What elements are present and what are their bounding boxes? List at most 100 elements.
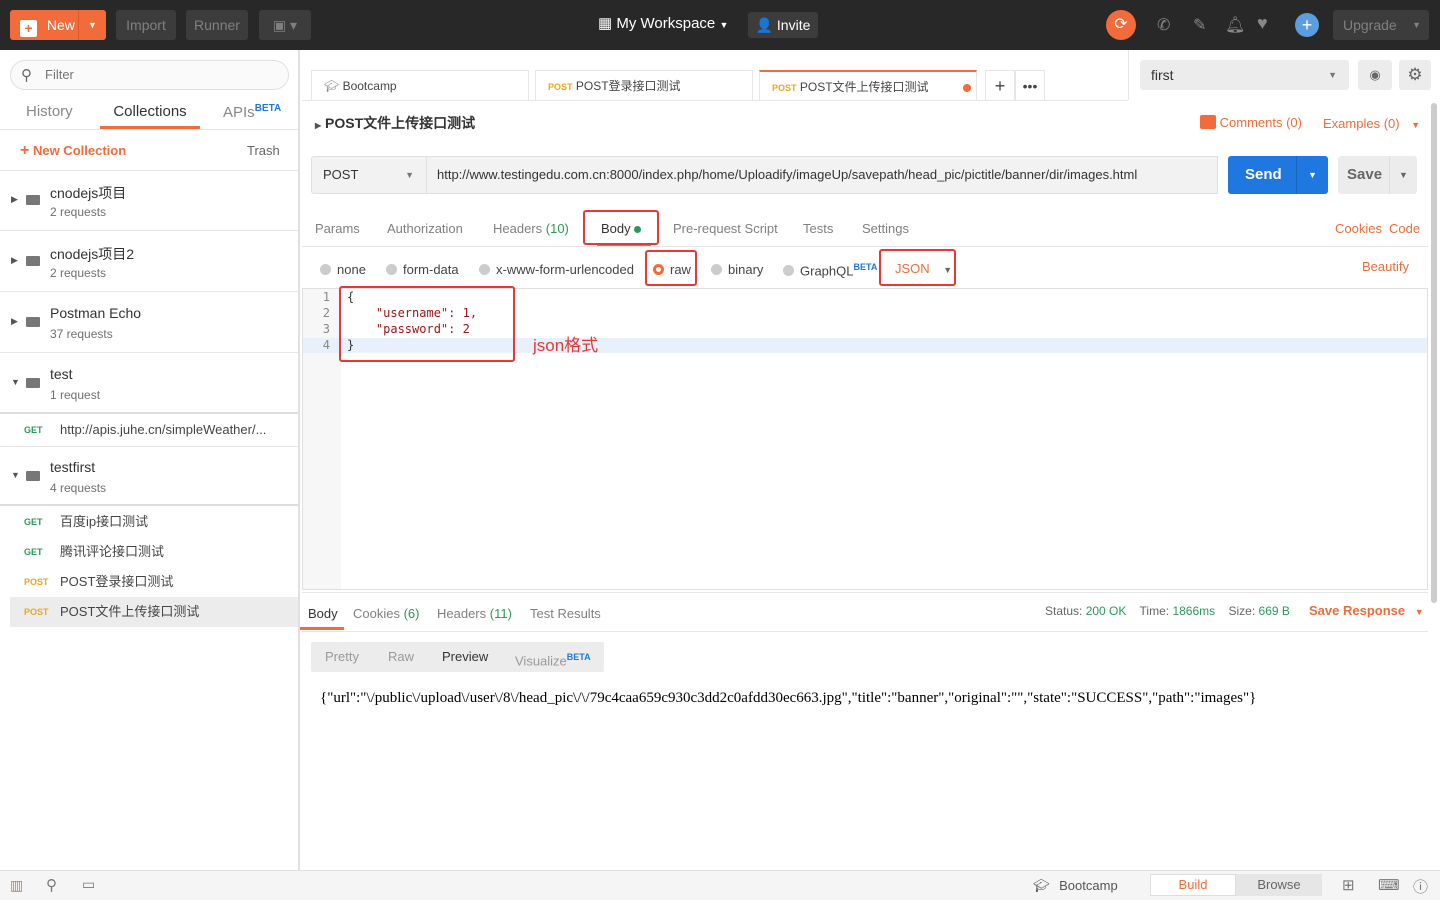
tab-pre-request-script[interactable]: Pre-request Script xyxy=(673,221,778,236)
trash-link[interactable]: Trash xyxy=(247,143,280,158)
url-input[interactable]: http://www.testingedu.com.cn:8000/index.… xyxy=(427,156,1218,194)
request-item[interactable]: GET http://apis.juhe.cn/simpleWeather/... xyxy=(0,415,298,445)
chevron-down-icon[interactable]: ▼ xyxy=(1389,156,1417,194)
tab-params[interactable]: Params xyxy=(315,221,360,236)
find-icon[interactable]: ⚲ xyxy=(46,876,57,894)
bell-icon[interactable]: 🔔︎ xyxy=(1225,15,1245,35)
sync-icon[interactable]: ⟳ xyxy=(1106,10,1136,40)
runner-button[interactable]: Runner xyxy=(186,10,248,40)
graduation-cap-icon: 🎓︎ xyxy=(1033,878,1050,893)
tab-apis[interactable]: APIsBETA xyxy=(223,103,281,121)
view-preview[interactable]: Preview xyxy=(442,642,488,672)
new-window-icon: ▣ ▾ xyxy=(272,17,298,33)
examples-dropdown[interactable]: Examples (0) ▼ xyxy=(1323,116,1420,131)
build-button[interactable]: Build xyxy=(1150,874,1236,896)
caret-right-icon: ▶ xyxy=(11,316,18,326)
environment-select[interactable]: first ▼ xyxy=(1140,60,1349,90)
annotation-box-code xyxy=(339,286,515,362)
collection-item[interactable]: ▼ testfirst 4 requests xyxy=(0,446,298,506)
bootcamp-button[interactable]: 🎓︎ Bootcamp xyxy=(1033,878,1118,894)
response-view-toggle: Pretty Raw Preview VisualizeBETA xyxy=(311,642,604,672)
tab-authorization[interactable]: Authorization xyxy=(387,221,463,236)
view-raw[interactable]: Raw xyxy=(388,642,414,672)
radio-none[interactable]: none xyxy=(320,262,366,277)
response-tab-test-results[interactable]: Test Results xyxy=(530,606,601,621)
chevron-down-icon[interactable]: ▼ xyxy=(78,10,106,40)
caret-right-icon: ▶ xyxy=(11,255,18,265)
response-tab-body[interactable]: Body xyxy=(308,606,338,621)
radio-icon xyxy=(711,264,722,275)
time-value: 1866ms xyxy=(1172,604,1216,618)
workspace-switcher[interactable]: ▦ My Workspace ▼ xyxy=(598,14,728,32)
divider xyxy=(0,129,298,130)
more-tabs-button[interactable]: ••• xyxy=(1015,70,1045,100)
interceptor-icon[interactable]: ✎ xyxy=(1193,15,1206,35)
heart-icon[interactable]: ♥ xyxy=(1257,13,1268,34)
request-item-active[interactable]: POST POST文件上传接口测试 xyxy=(10,597,298,627)
view-visualize[interactable]: VisualizeBETA xyxy=(515,642,591,676)
scrollbar[interactable] xyxy=(1431,103,1437,603)
request-title[interactable]: ▶ POST文件上传接口测试 xyxy=(315,113,475,133)
divider xyxy=(302,246,1428,247)
annotation-box-body xyxy=(583,210,659,245)
two-pane-icon[interactable]: ⊞ xyxy=(1342,876,1355,894)
radio-binary[interactable]: binary xyxy=(711,262,763,277)
tab-bootcamp[interactable]: 🎓︎ Bootcamp xyxy=(311,70,529,100)
import-button[interactable]: Import xyxy=(116,10,176,40)
tab-settings[interactable]: Settings xyxy=(862,221,909,236)
request-item[interactable]: POST POST登录接口测试 xyxy=(0,567,298,597)
new-button[interactable]: + New ▼ xyxy=(10,10,106,40)
add-icon[interactable]: + xyxy=(1295,13,1319,37)
environment-quick-look-button[interactable]: ◉ xyxy=(1358,60,1392,90)
radio-form-data[interactable]: form-data xyxy=(386,262,459,277)
new-window-button[interactable]: ▣ ▾ xyxy=(259,10,311,40)
tab-post-login[interactable]: POST POST登录接口测试 xyxy=(535,70,753,100)
folder-icon xyxy=(26,471,40,481)
upgrade-button[interactable]: Upgrade ▼ xyxy=(1333,10,1429,40)
response-tab-headers[interactable]: Headers (11) xyxy=(437,606,512,621)
gear-icon: ⚙ xyxy=(1407,65,1423,84)
comments-button[interactable]: Comments (0) xyxy=(1200,115,1302,130)
search-icon: ⚲ xyxy=(21,67,32,84)
keyboard-icon[interactable]: ⌨ xyxy=(1378,876,1400,894)
size-value: 669 B xyxy=(1258,604,1290,618)
collection-item[interactable]: ▶ cnodejs项目 2 requests xyxy=(0,171,298,231)
console-icon[interactable]: ▭ xyxy=(82,876,95,893)
tab-tests[interactable]: Tests xyxy=(803,221,833,236)
beautify-link[interactable]: Beautify xyxy=(1362,259,1409,274)
tab-history[interactable]: History xyxy=(26,103,73,120)
save-button[interactable]: Save ▼ xyxy=(1338,156,1417,194)
collection-item[interactable]: ▼ test 1 request xyxy=(0,354,298,414)
code-link[interactable]: Code xyxy=(1389,221,1420,236)
tab-post-upload[interactable]: POST POST文件上传接口测试 xyxy=(759,70,977,100)
tab-collections[interactable]: Collections xyxy=(100,103,200,129)
save-response-dropdown[interactable]: Save Response ▼ xyxy=(1309,603,1424,618)
chevron-down-icon[interactable]: ▼ xyxy=(1296,156,1328,194)
browse-button[interactable]: Browse xyxy=(1236,874,1322,896)
help-icon[interactable]: ⓘ xyxy=(1413,876,1428,897)
request-item[interactable]: GET 百度ip接口测试 xyxy=(0,507,298,537)
invite-button[interactable]: 👤 Invite xyxy=(748,12,818,38)
view-pretty[interactable]: Pretty xyxy=(325,642,359,672)
radio-icon xyxy=(783,265,794,277)
radio-graphql[interactable]: GraphQLBETA xyxy=(783,262,877,278)
collection-item[interactable]: ▶ Postman Echo 37 requests xyxy=(0,293,298,353)
line-number: 1 xyxy=(322,290,330,304)
add-tab-button[interactable]: + xyxy=(985,70,1015,100)
new-collection-button[interactable]: + New Collection xyxy=(20,142,126,160)
tab-headers[interactable]: Headers (10) xyxy=(493,221,569,236)
send-button[interactable]: Send ▼ xyxy=(1228,156,1328,194)
collection-item[interactable]: ▶ cnodejs项目2 2 requests xyxy=(0,232,298,292)
comment-icon xyxy=(1200,115,1216,129)
method-select[interactable]: POST ▼ xyxy=(311,156,427,194)
filter-field[interactable]: ⚲ xyxy=(10,60,289,90)
settings-button[interactable]: ⚙ xyxy=(1399,60,1431,90)
request-item[interactable]: GET 腾讯评论接口测试 xyxy=(0,537,298,567)
satellite-icon[interactable]: ✆ xyxy=(1157,15,1170,35)
toggle-sidebar-icon[interactable]: ▥ xyxy=(10,877,23,894)
cookies-link[interactable]: Cookies xyxy=(1335,221,1382,236)
filter-input[interactable] xyxy=(45,67,245,82)
radio-x-www-form-urlencoded[interactable]: x-www-form-urlencoded xyxy=(479,262,634,277)
caret-right-icon: ▶ xyxy=(315,121,322,130)
response-tab-cookies[interactable]: Cookies (6) xyxy=(353,606,419,621)
